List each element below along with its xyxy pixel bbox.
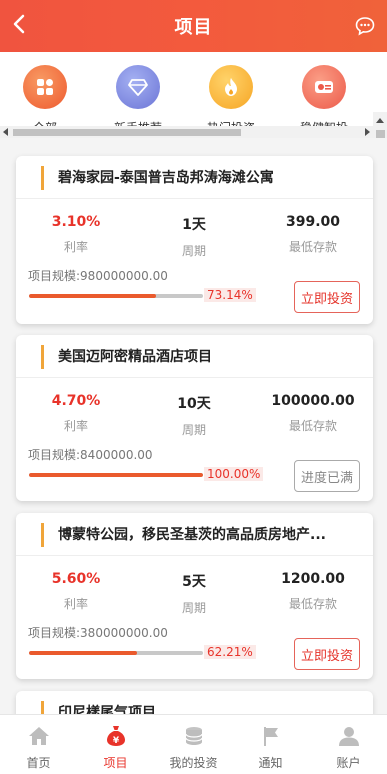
rate-label: 利率	[63, 597, 88, 611]
money-icon	[302, 65, 346, 109]
scroll-right-icon[interactable]	[365, 128, 370, 136]
progress-fill	[29, 473, 203, 477]
page-title: 项目	[174, 17, 213, 38]
rate-value: 4.70%	[51, 393, 101, 409]
period-value: 1天	[182, 217, 206, 233]
progress-bar	[29, 651, 203, 655]
period-label: 周期	[181, 244, 206, 258]
back-icon[interactable]	[8, 10, 32, 38]
tab-label: 账户	[336, 756, 361, 770]
svg-text:¥: ¥	[112, 736, 119, 746]
progress-bar	[29, 294, 203, 298]
progress-percent: 62.21%	[204, 645, 256, 659]
tab-projects[interactable]: ¥ 项目	[77, 724, 154, 771]
grid-icon	[23, 65, 67, 109]
min-deposit-label: 最低存款	[288, 419, 337, 433]
progress-percent: 73.14%	[204, 288, 256, 302]
scroll-up-icon[interactable]	[376, 118, 384, 123]
invest-button[interactable]: 立即投资	[294, 281, 360, 313]
accent-bar	[41, 166, 44, 190]
tab-label: 通知	[258, 756, 283, 770]
bottom-tab-bar: 首页 ¥ 项目 我的投资 通知 账户	[0, 714, 387, 774]
period-value: 10天	[177, 396, 211, 412]
chat-icon[interactable]	[355, 16, 375, 36]
horizontal-scrollbar[interactable]	[0, 126, 373, 138]
period-label: 周期	[181, 423, 206, 437]
min-deposit-value: 100000.00	[271, 393, 355, 409]
progress-bar	[29, 473, 203, 477]
scroll-thumb[interactable]	[13, 129, 241, 136]
tab-label: 项目	[103, 756, 128, 770]
project-name: 美国迈阿密精品酒店项目	[58, 349, 212, 365]
flag-icon	[263, 727, 278, 746]
project-stats: 5.60% 利率 5天周期 1200.00 最低存款	[16, 571, 373, 615]
accent-bar	[41, 523, 44, 547]
min-deposit-value: 399.00	[285, 214, 341, 230]
min-deposit-label: 最低存款	[288, 597, 337, 611]
full-button[interactable]: 进度已满	[294, 460, 360, 492]
money-bag-icon: ¥	[106, 726, 125, 746]
project-name: 博蒙特公园，移民圣基茨的高品质房地产...	[58, 527, 326, 543]
category-scroller[interactable]: 全部 新手推荐 热门投资 稳健智投	[0, 52, 387, 138]
vertical-scrollbar[interactable]	[373, 112, 387, 138]
progress-percent: 100.00%	[204, 467, 264, 481]
tab-notice[interactable]: 通知	[232, 724, 309, 771]
project-card[interactable]: 博蒙特公园，移民圣基茨的高品质房地产... 5.60% 利率 5天周期 1200.…	[16, 513, 373, 679]
accent-bar	[41, 345, 44, 369]
scroll-thumb[interactable]	[376, 130, 385, 138]
project-stats: 4.70% 利率 10天周期 100000.00 最低存款	[16, 393, 373, 437]
progress-fill	[29, 651, 138, 655]
project-card[interactable]: 碧海家园-泰国普吉岛邦涛海滩公寓 3.10% 利率 1天周期 399.00 最低存款…	[16, 156, 373, 324]
tab-label: 我的投资	[169, 756, 218, 770]
period-value: 5天	[182, 574, 206, 590]
min-deposit-value: 1200.00	[281, 571, 345, 587]
scroll-left-icon[interactable]	[3, 128, 8, 136]
invest-button[interactable]: 立即投资	[294, 638, 360, 670]
rate-value: 3.10%	[51, 214, 101, 230]
tab-label: 首页	[26, 756, 51, 770]
project-name: 碧海家园-泰国普吉岛邦涛海滩公寓	[58, 170, 274, 186]
project-scale: 项目规模:380000000.00	[28, 626, 168, 640]
project-stats: 3.10% 利率 1天周期 399.00 最低存款	[16, 214, 373, 258]
project-card[interactable]: 美国迈阿密精品酒店项目 4.70% 利率 10天 周期 100000.00 最低存款 …	[16, 335, 373, 501]
rate-value: 5.60%	[51, 571, 101, 587]
flame-icon	[209, 65, 253, 109]
top-bar: 项目	[0, 0, 387, 52]
min-deposit-label: 最低存款	[288, 240, 337, 254]
period-label: 周期	[181, 601, 206, 615]
rate-label: 利率	[63, 240, 88, 254]
progress-fill	[29, 294, 157, 298]
user-icon	[338, 727, 359, 746]
diamond-icon	[116, 65, 160, 109]
project-scale: 项目规模:980000000.00	[28, 269, 168, 283]
coins-icon	[184, 727, 203, 745]
tab-account[interactable]: 账户	[310, 724, 387, 771]
project-scale: 项目规模:8400000.00	[28, 448, 153, 462]
tab-my-investment[interactable]: 我的投资	[155, 724, 232, 771]
tab-home[interactable]: 首页	[0, 724, 77, 771]
home-icon	[28, 727, 49, 745]
rate-label: 利率	[63, 419, 88, 433]
